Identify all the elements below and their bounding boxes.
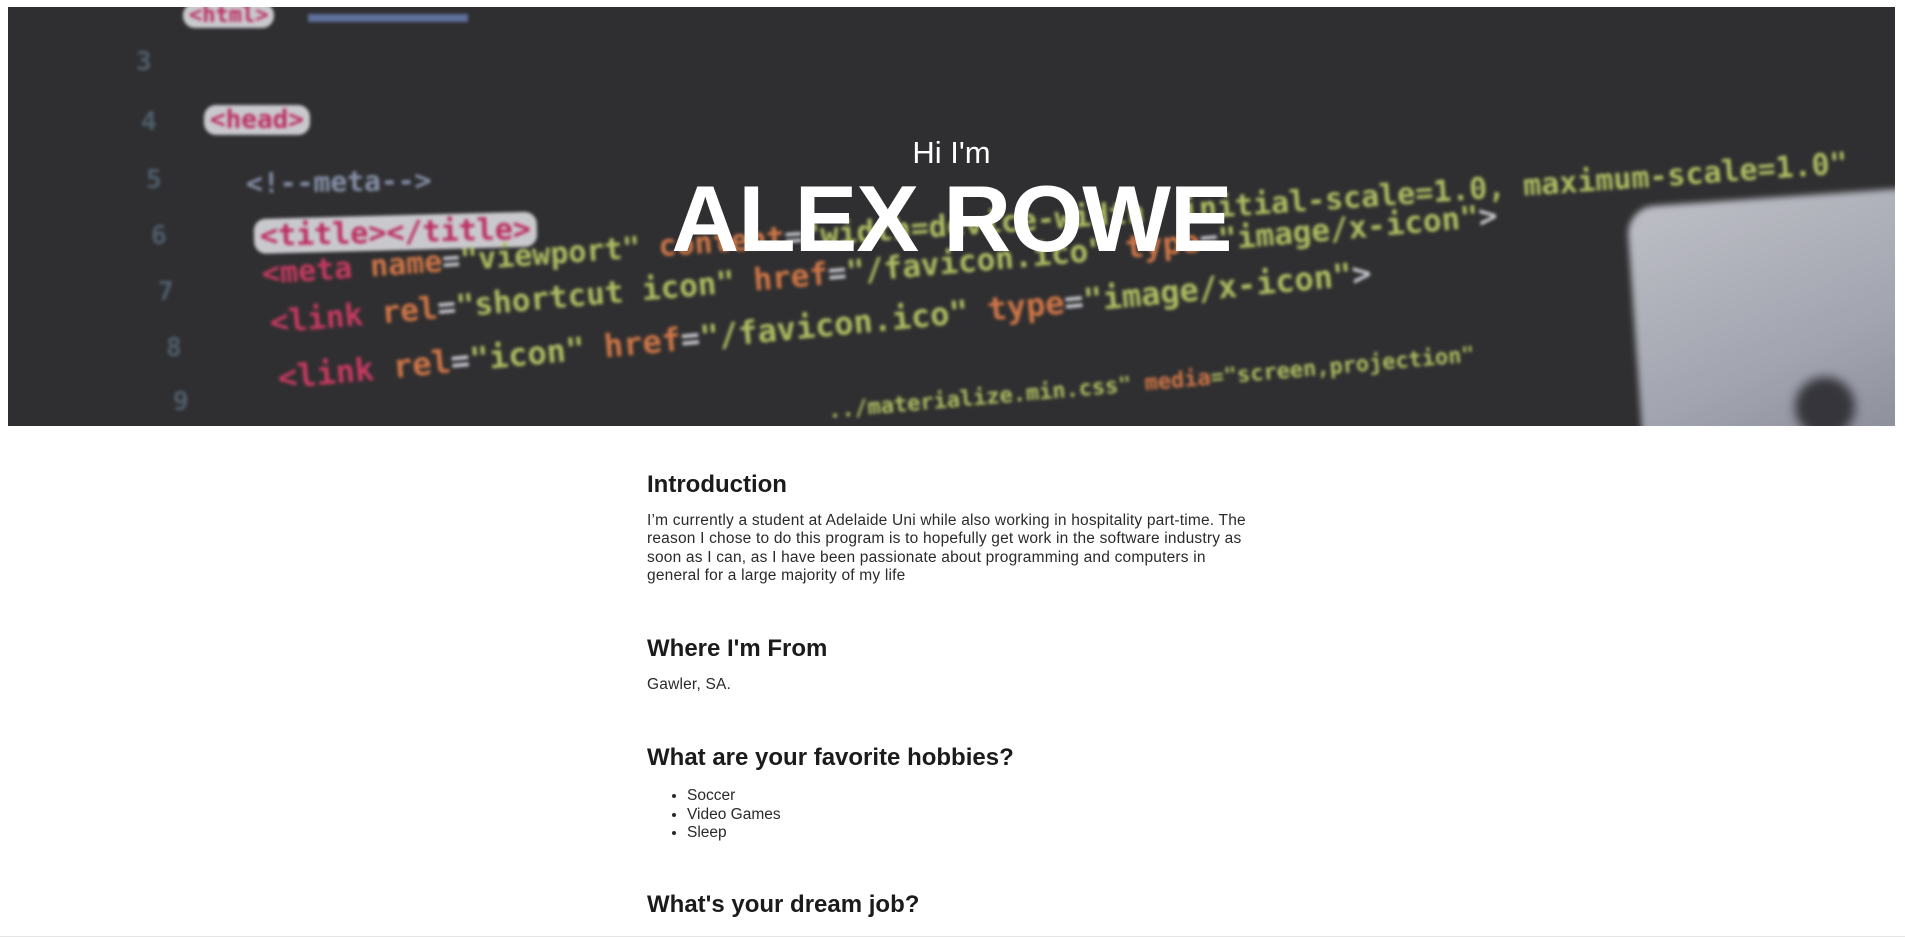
section-dream-job: What's your dream job? — [647, 890, 1257, 920]
hero-name: ALEX ROWE — [671, 166, 1232, 271]
section-hobbies: What are your favorite hobbies? Soccer V… — [647, 743, 1257, 842]
main-content: Introduction I’m currently a student at … — [647, 470, 1257, 920]
list-item: Soccer — [687, 787, 1257, 805]
section-introduction: Introduction I’m currently a student at … — [647, 470, 1257, 585]
page: 3 4 5 6 7 8 9 <html> <head> <!--meta--> … — [0, 0, 1905, 937]
hero-banner: 3 4 5 6 7 8 9 <html> <head> <!--meta--> … — [8, 7, 1895, 426]
section-title-origin: Where I'm From — [647, 635, 828, 663]
hobby-list: Soccer Video Games Sleep — [647, 787, 1257, 842]
section-title-dream-job: What's your dream job? — [647, 891, 920, 919]
list-item: Sleep — [687, 824, 1257, 842]
section-origin: Where I'm From Gawler, SA. — [647, 634, 1257, 694]
origin-text: Gawler, SA. — [647, 676, 732, 694]
section-title-hobbies: What are your favorite hobbies? — [647, 744, 1014, 772]
introduction-text: I’m currently a student at Adelaide Uni … — [647, 512, 1246, 584]
list-item: Video Games — [687, 806, 1257, 824]
section-title-introduction: Introduction — [647, 471, 787, 498]
